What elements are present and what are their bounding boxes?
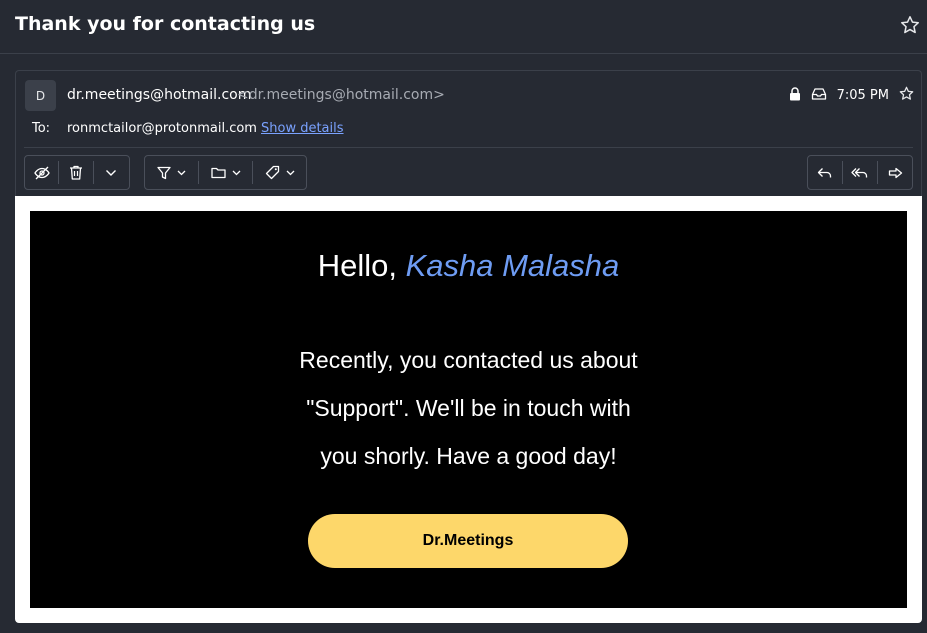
chevron-down-icon — [105, 169, 117, 177]
recipient-label: To: — [32, 121, 51, 136]
body-line: Recently, you contacted us about — [299, 347, 638, 373]
more-actions-dropdown[interactable] — [94, 156, 129, 189]
folder-icon — [210, 166, 226, 179]
body-paragraph: Recently, you contacted us about "Suppor… — [30, 336, 907, 480]
toolbar-group-actions — [24, 155, 130, 190]
subject-bar: Thank you for contacting us — [0, 0, 927, 54]
lock-icon — [789, 86, 801, 105]
trash-icon — [69, 165, 83, 180]
body-line: "Support". We'll be in touch with — [306, 395, 631, 421]
message-time: 7:05 PM — [836, 88, 889, 103]
label-dropdown[interactable] — [253, 156, 306, 189]
reply-icon — [817, 167, 832, 179]
recipient-address[interactable]: ronmctailor@protonmail.com — [67, 121, 257, 136]
chevron-down-icon — [286, 170, 295, 176]
filter-icon — [157, 166, 171, 180]
reply-all-button[interactable] — [843, 156, 878, 189]
sender-name[interactable]: dr.meetings@hotmail.com — [67, 87, 251, 103]
email-body: Hello, Kasha Malasha Recently, you conta… — [30, 211, 907, 608]
toolbar-group-organize — [144, 155, 307, 190]
star-icon[interactable] — [900, 15, 920, 35]
message-header: D dr.meetings@hotmail.com <dr.meetings@h… — [15, 70, 922, 200]
inbox-icon — [811, 86, 827, 105]
delete-button[interactable] — [59, 156, 92, 189]
toolbar-group-reply — [807, 155, 913, 190]
greeting: Hello, Kasha Malasha — [30, 248, 907, 284]
message-frame: Hello, Kasha Malasha Recently, you conta… — [15, 196, 922, 623]
email-subject: Thank you for contacting us — [15, 13, 316, 35]
recipient-name: Kasha Malasha — [405, 248, 620, 283]
move-to-folder-dropdown[interactable] — [199, 156, 253, 189]
forward-icon — [888, 167, 903, 179]
forward-button[interactable] — [878, 156, 912, 189]
chevron-down-icon — [177, 170, 186, 176]
reply-button[interactable] — [808, 156, 842, 189]
mark-unread-button[interactable] — [25, 156, 58, 189]
message-meta: 7:05 PM — [789, 86, 914, 105]
body-line: you shorly. Have a good day! — [320, 443, 617, 469]
message-star-icon[interactable] — [899, 86, 914, 105]
sender-avatar: D — [25, 80, 56, 111]
reply-all-icon — [851, 167, 868, 179]
tag-icon — [265, 165, 280, 180]
dr-meetings-button[interactable]: Dr.Meetings — [308, 514, 628, 568]
show-details-link[interactable]: Show details — [261, 121, 344, 136]
chevron-down-icon — [232, 170, 241, 176]
header-divider — [24, 147, 913, 148]
filter-dropdown[interactable] — [145, 156, 198, 189]
sender-address: <dr.meetings@hotmail.com> — [237, 87, 445, 103]
eye-slash-icon — [33, 166, 50, 180]
greeting-text: Hello, — [317, 248, 406, 283]
